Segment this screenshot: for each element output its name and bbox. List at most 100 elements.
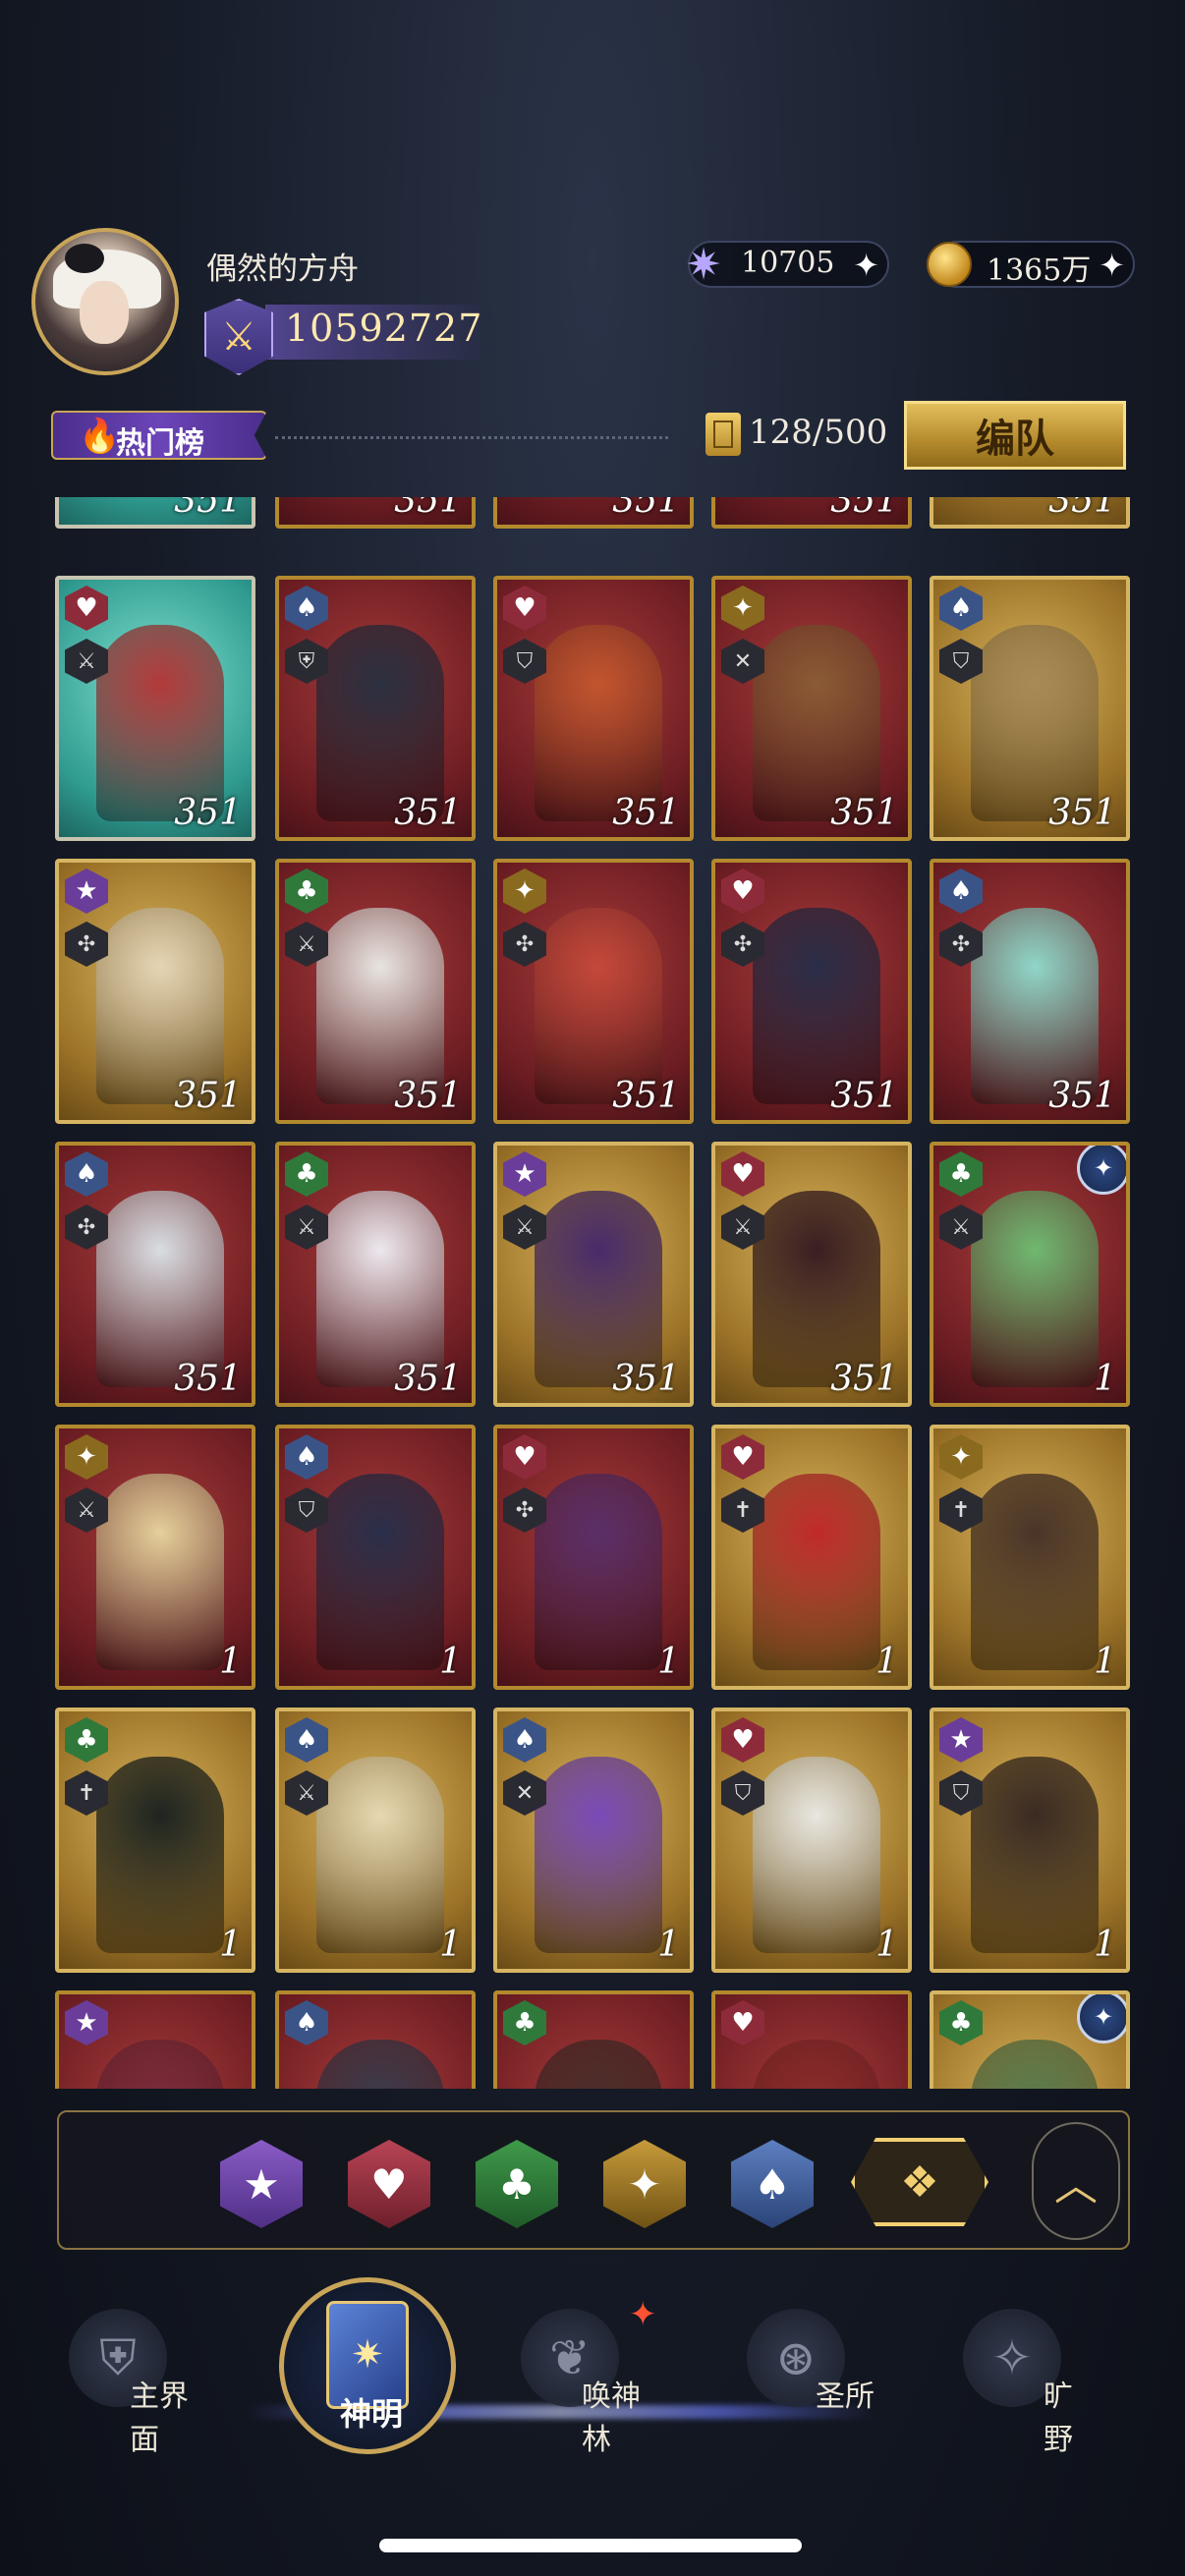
heart-suit-icon: ♥	[503, 586, 546, 631]
card-portrait	[753, 625, 880, 821]
card-portrait	[971, 1474, 1099, 1670]
nav-sanctuary[interactable]: ⊛ 圣所	[717, 2309, 884, 2446]
god-card[interactable]: ♣	[493, 1990, 694, 2089]
god-card[interactable]: ♥ ✣ 1	[493, 1425, 694, 1690]
god-card[interactable]: 351	[275, 497, 476, 529]
spade-suit-icon: ♠	[939, 586, 983, 631]
star-suit-icon: ★	[65, 868, 108, 914]
club-suit-icon: ♣	[939, 2000, 983, 2045]
card-level: 351	[1048, 497, 1116, 521]
god-card[interactable]: ♠ ✣ 351	[55, 1142, 255, 1407]
god-card[interactable]: ♣ ✝ 1	[55, 1708, 255, 1973]
all-suits-filter-icon[interactable]: ❖	[851, 2138, 988, 2226]
card-portrait	[96, 1757, 224, 1953]
crossed-swords-icon: ⚔	[204, 299, 273, 375]
card-level: 351	[830, 1076, 898, 1116]
card-level: 351	[830, 1359, 898, 1399]
formation-button[interactable]: 编队	[904, 401, 1126, 470]
card-level: 1	[657, 1925, 680, 1965]
god-card[interactable]: ♥ ⛉ 351	[493, 576, 694, 841]
god-card[interactable]: ♥ ✝ 1	[711, 1425, 912, 1690]
card-portrait	[96, 908, 224, 1104]
club-suit-icon[interactable]: ♣	[476, 2140, 558, 2228]
add-crystal-icon[interactable]: ✦	[853, 247, 879, 284]
diamond-suit-icon: ✦	[503, 868, 546, 914]
god-card[interactable]: ♠ ⛨ 351	[275, 576, 476, 841]
nav-wilds-label: 旷野	[1044, 2380, 1073, 2457]
diamond-suit-icon: ✦	[939, 1434, 983, 1480]
club-suit-icon: ♣	[939, 1151, 983, 1197]
god-card[interactable]: 351	[930, 497, 1130, 529]
god-card[interactable]: ★ ⛉ 1	[930, 1708, 1130, 1973]
spade-suit-icon: ♠	[503, 1717, 546, 1763]
rank-emblem-icon: ✦	[1077, 1994, 1126, 2044]
nav-gods[interactable]: ✷ 神明	[279, 2277, 456, 2454]
home-indicator[interactable]	[379, 2539, 802, 2552]
spade-suit-icon: ♠	[285, 1717, 328, 1763]
card-portrait	[535, 1757, 662, 1953]
god-card[interactable]: ♠ ✕ 1	[493, 1708, 694, 1973]
card-level: 1	[1094, 1925, 1116, 1965]
notification-icon: ✦	[629, 2295, 657, 2334]
crystal-currency[interactable]: ✷ 10705 ✦	[686, 240, 889, 290]
heart-suit-icon: ♥	[721, 868, 764, 914]
card-level: 351	[394, 497, 462, 521]
god-card[interactable]: ★ ✣ 351	[55, 859, 255, 1124]
heart-suit-icon[interactable]: ♥	[348, 2140, 430, 2228]
card-portrait	[535, 1191, 662, 1387]
diamond-suit-icon[interactable]: ✦	[603, 2140, 686, 2228]
gold-currency[interactable]: 1365万 ✦	[927, 241, 1135, 288]
god-card[interactable]: ♠	[275, 1990, 476, 2089]
nav-home-label: 主界面	[130, 2380, 189, 2457]
god-card[interactable]: ♣ ⚔ ✦ 1	[930, 1142, 1130, 1407]
god-card[interactable]: ♠ ⚔ 1	[275, 1708, 476, 1973]
spade-suit-icon: ♠	[65, 1151, 108, 1197]
hot-ranking-tab[interactable]: 🔥 热门榜	[51, 411, 267, 460]
add-gold-icon[interactable]: ✦	[1099, 247, 1125, 284]
nav-wilds[interactable]: ✧ 旷野	[933, 2309, 1100, 2457]
god-card[interactable]: ✦ ✕ 351	[711, 576, 912, 841]
heart-suit-icon: ♥	[721, 1151, 764, 1197]
spade-suit-icon: ♠	[285, 586, 328, 631]
card-level: 1	[219, 1642, 242, 1682]
collapse-chevron-icon[interactable]: ︿	[1032, 2122, 1120, 2240]
card-portrait	[316, 1757, 444, 1953]
god-card[interactable]: ♠ ⛉ 1	[275, 1425, 476, 1690]
god-card[interactable]: ♥	[711, 1990, 912, 2089]
heart-suit-icon: ♥	[503, 1434, 546, 1480]
nav-home[interactable]: ⛨ 主界面	[39, 2309, 206, 2457]
card-count: 128/500	[749, 413, 888, 452]
god-card[interactable]: ♥ ⛉ 1	[711, 1708, 912, 1973]
god-card[interactable]: 351	[55, 497, 255, 529]
card-portrait	[535, 2040, 662, 2089]
god-card[interactable]: ♥ ✣ 351	[711, 859, 912, 1124]
god-card[interactable]: ♣ ✦	[930, 1990, 1130, 2089]
player-avatar[interactable]	[31, 228, 179, 375]
god-card[interactable]: ✦ ⚔ 1	[55, 1425, 255, 1690]
card-level: 351	[1048, 1076, 1116, 1116]
god-card[interactable]: ♥ ⚔ 351	[55, 576, 255, 841]
card-level: 351	[612, 497, 680, 521]
spade-suit-icon[interactable]: ♠	[731, 2140, 814, 2228]
flame-icon: 🔥	[79, 417, 121, 456]
god-card[interactable]: ♠ ✣ 351	[930, 859, 1130, 1124]
god-card[interactable]: ★ ⚔ 351	[493, 1142, 694, 1407]
god-card[interactable]: ♣ ⚔ 351	[275, 859, 476, 1124]
diamond-suit-icon: ✦	[721, 586, 764, 631]
card-portrait	[971, 625, 1099, 821]
god-card[interactable]: ♠ ⛉ 351	[930, 576, 1130, 841]
god-card[interactable]: ✦ ✣ 351	[493, 859, 694, 1124]
card-portrait	[971, 908, 1099, 1104]
god-card[interactable]: ✦ ✝ 1	[930, 1425, 1130, 1690]
spade-suit-icon: ♠	[285, 2000, 328, 2045]
card-grid[interactable]: 351 351 351 351 351 ♥ ⚔ 351 ♠ ⛨ 351 ♥ ⛉ 351 ✦ ✕ 351 ♠ ⛉ 351…	[0, 497, 1185, 2089]
god-card[interactable]: ★	[55, 1990, 255, 2089]
star-suit-icon: ★	[65, 2000, 108, 2045]
god-card[interactable]: ♣ ⚔ 351	[275, 1142, 476, 1407]
god-card[interactable]: 351	[493, 497, 694, 529]
god-card[interactable]: ♥ ⚔ 351	[711, 1142, 912, 1407]
god-card[interactable]: 351	[711, 497, 912, 529]
card-portrait	[316, 625, 444, 821]
star-suit-icon[interactable]: ★	[220, 2140, 303, 2228]
card-level: 351	[830, 497, 898, 521]
